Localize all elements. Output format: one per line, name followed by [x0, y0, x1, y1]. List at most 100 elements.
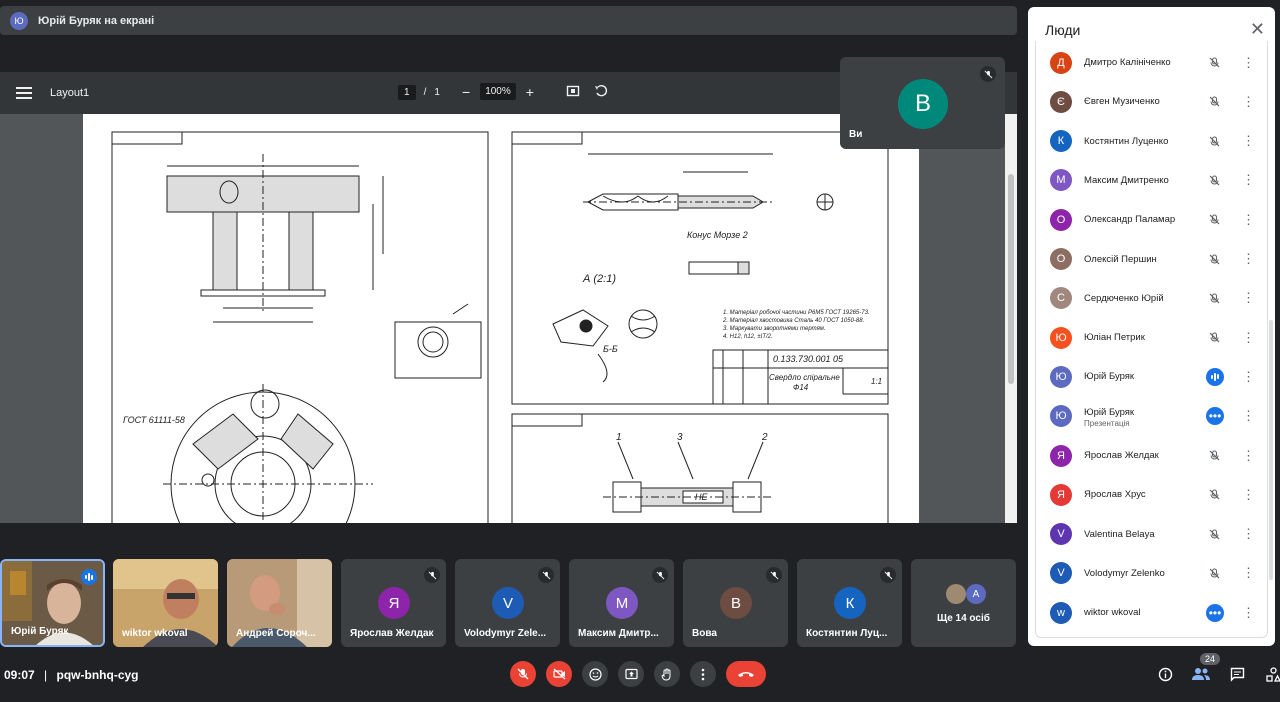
participant-tile[interactable]: В Вова [683, 559, 788, 647]
more-options-button[interactable] [690, 661, 716, 687]
person-more-icon[interactable]: ⋮ [1242, 133, 1255, 149]
person-row[interactable]: Ю Юрій Буряк Презентація ••• ⋮ [1036, 397, 1267, 436]
person-row[interactable]: V Valentina Belaya ⋮ [1036, 515, 1267, 554]
tile-avatar: К [834, 587, 866, 619]
people-button[interactable] [1191, 664, 1211, 684]
person-row[interactable]: w wiktor wkoval ••• ⋮ [1036, 593, 1267, 632]
person-more-icon[interactable]: ⋮ [1242, 605, 1255, 621]
person-more-icon[interactable]: ⋮ [1242, 251, 1255, 267]
participant-tile[interactable]: М Максим Дмитр... [569, 559, 674, 647]
mic-off-icon [538, 567, 554, 583]
camera-toggle-button[interactable] [546, 661, 572, 687]
person-row[interactable]: О Олександр Паламар ⋮ [1036, 200, 1267, 239]
mic-off-icon [1206, 290, 1222, 306]
activities-button[interactable] [1263, 664, 1280, 684]
fit-page-icon[interactable] [566, 84, 580, 101]
person-row[interactable]: С Сердюченко Юрій ⋮ [1036, 279, 1267, 318]
callout-2: 2 [761, 432, 768, 443]
tile-avatar: М [606, 587, 638, 619]
person-row[interactable]: Я Ярослав Желдак ⋮ [1036, 436, 1267, 475]
person-row[interactable]: Ю Юліан Петрик ⋮ [1036, 318, 1267, 357]
self-avatar: В [898, 79, 948, 129]
participant-tile[interactable]: Андрей Сороч... [227, 559, 332, 647]
participant-tile[interactable]: V Volodymyr Zele... [455, 559, 560, 647]
person-row[interactable]: О Олексій Першин ⋮ [1036, 240, 1267, 279]
more-participants-tile[interactable]: А Ще 14 осіб [911, 559, 1016, 647]
person-avatar: Д [1050, 51, 1072, 74]
person-more-icon[interactable]: ⋮ [1242, 330, 1255, 346]
person-more-icon[interactable]: ⋮ [1242, 526, 1255, 542]
person-name: Олександр Паламар [1084, 214, 1176, 226]
raise-hand-button[interactable] [654, 661, 680, 687]
more-horiz-icon[interactable]: ••• [1206, 603, 1224, 622]
ne-label: НЕ [695, 492, 708, 502]
panel-scrollbar[interactable] [1269, 320, 1273, 580]
zoom-in-icon[interactable]: + [526, 84, 534, 100]
more-vert-icon [701, 668, 705, 680]
person-row[interactable]: К Костянтин Луценко ⋮ [1036, 122, 1267, 161]
mic-off-icon [1206, 448, 1222, 464]
info-separator: | [44, 668, 48, 682]
person-name: Ярослав Желдак [1084, 450, 1159, 461]
presenting-text: Юрій Буряк на екрані [38, 14, 155, 27]
zoom-value[interactable]: 100% [480, 83, 516, 100]
page-current-input[interactable]: 1 [398, 85, 416, 100]
participant-tile[interactable]: К Костянтин Луц... [797, 559, 902, 647]
person-more-icon[interactable]: ⋮ [1242, 408, 1255, 424]
person-more-icon[interactable]: ⋮ [1242, 369, 1255, 385]
person-row[interactable]: Є Євген Музиченко ⋮ [1036, 82, 1267, 121]
presenting-bar: Ю Юрій Буряк на екрані [0, 6, 1017, 35]
speaking-icon [1206, 367, 1224, 386]
leave-call-button[interactable] [726, 661, 766, 687]
pdf-page: ГОСТ 61111-58 А (2:1) Б-Б Конус Морзе 2 … [83, 114, 919, 523]
person-avatar: М [1050, 169, 1072, 192]
present-button[interactable] [618, 661, 644, 687]
menu-icon[interactable] [16, 87, 32, 99]
section-bb-label: Б-Б [603, 344, 618, 354]
person-avatar: Ю [1050, 326, 1072, 349]
person-name: Максим Дмитренко [1084, 174, 1169, 186]
info-button[interactable] [1155, 664, 1175, 684]
person-name: Юрій Буряк [1084, 406, 1135, 418]
participant-tile[interactable]: Юрій Буряк [0, 559, 105, 647]
emoji-button[interactable] [582, 661, 608, 687]
person-more-icon[interactable]: ⋮ [1242, 172, 1255, 188]
clock: 09:07 [4, 668, 35, 682]
more-horiz-icon[interactable]: ••• [1206, 407, 1224, 426]
mic-off-icon [766, 567, 782, 583]
zoom-out-icon[interactable]: − [462, 84, 470, 100]
person-more-icon[interactable]: ⋮ [1242, 448, 1255, 464]
mic-toggle-button[interactable] [510, 661, 536, 687]
participant-tile[interactable]: wiktor wkoval [113, 559, 218, 647]
person-more-icon[interactable]: ⋮ [1242, 565, 1255, 581]
pdf-title: Layout1 [50, 87, 90, 99]
participant-tile[interactable]: Я Ярослав Желдак [341, 559, 446, 647]
tile-name: Максим Дмитр... [578, 628, 659, 639]
mic-off-icon [1206, 330, 1222, 346]
person-row[interactable]: Ю Юрій Буряк ⋮ [1036, 357, 1267, 396]
person-more-icon[interactable]: ⋮ [1242, 55, 1255, 71]
gost-label: ГОСТ 61111-58 [123, 415, 185, 425]
person-row[interactable]: Я Ярослав Хрус ⋮ [1036, 475, 1267, 514]
tile-avatar: Я [378, 587, 410, 619]
person-avatar: Ю [1050, 365, 1072, 388]
person-more-icon[interactable]: ⋮ [1242, 487, 1255, 503]
person-row[interactable]: Д Дмитро Калініченко ⋮ [1036, 43, 1267, 82]
drawing-code: 0.133.730.001 05 [773, 354, 844, 364]
person-row[interactable]: М Максим Дмитренко ⋮ [1036, 161, 1267, 200]
mic-off-icon [1206, 55, 1222, 71]
person-more-icon[interactable]: ⋮ [1242, 94, 1255, 110]
info-icon [1158, 667, 1172, 681]
call-controls [510, 661, 766, 687]
pdf-scrollbar[interactable] [1005, 114, 1017, 523]
person-row[interactable]: V Volodymyr Zelenko ⋮ [1036, 554, 1267, 593]
chat-button[interactable] [1227, 664, 1247, 684]
activities-icon [1265, 666, 1280, 682]
rotate-icon[interactable] [594, 84, 608, 101]
self-tile[interactable]: В Ви [840, 57, 1005, 149]
person-more-icon[interactable]: ⋮ [1242, 212, 1255, 228]
person-avatar: Я [1050, 444, 1072, 467]
close-icon[interactable]: ✕ [1250, 19, 1265, 40]
mini-avatar: А [966, 584, 986, 604]
person-more-icon[interactable]: ⋮ [1242, 290, 1255, 306]
